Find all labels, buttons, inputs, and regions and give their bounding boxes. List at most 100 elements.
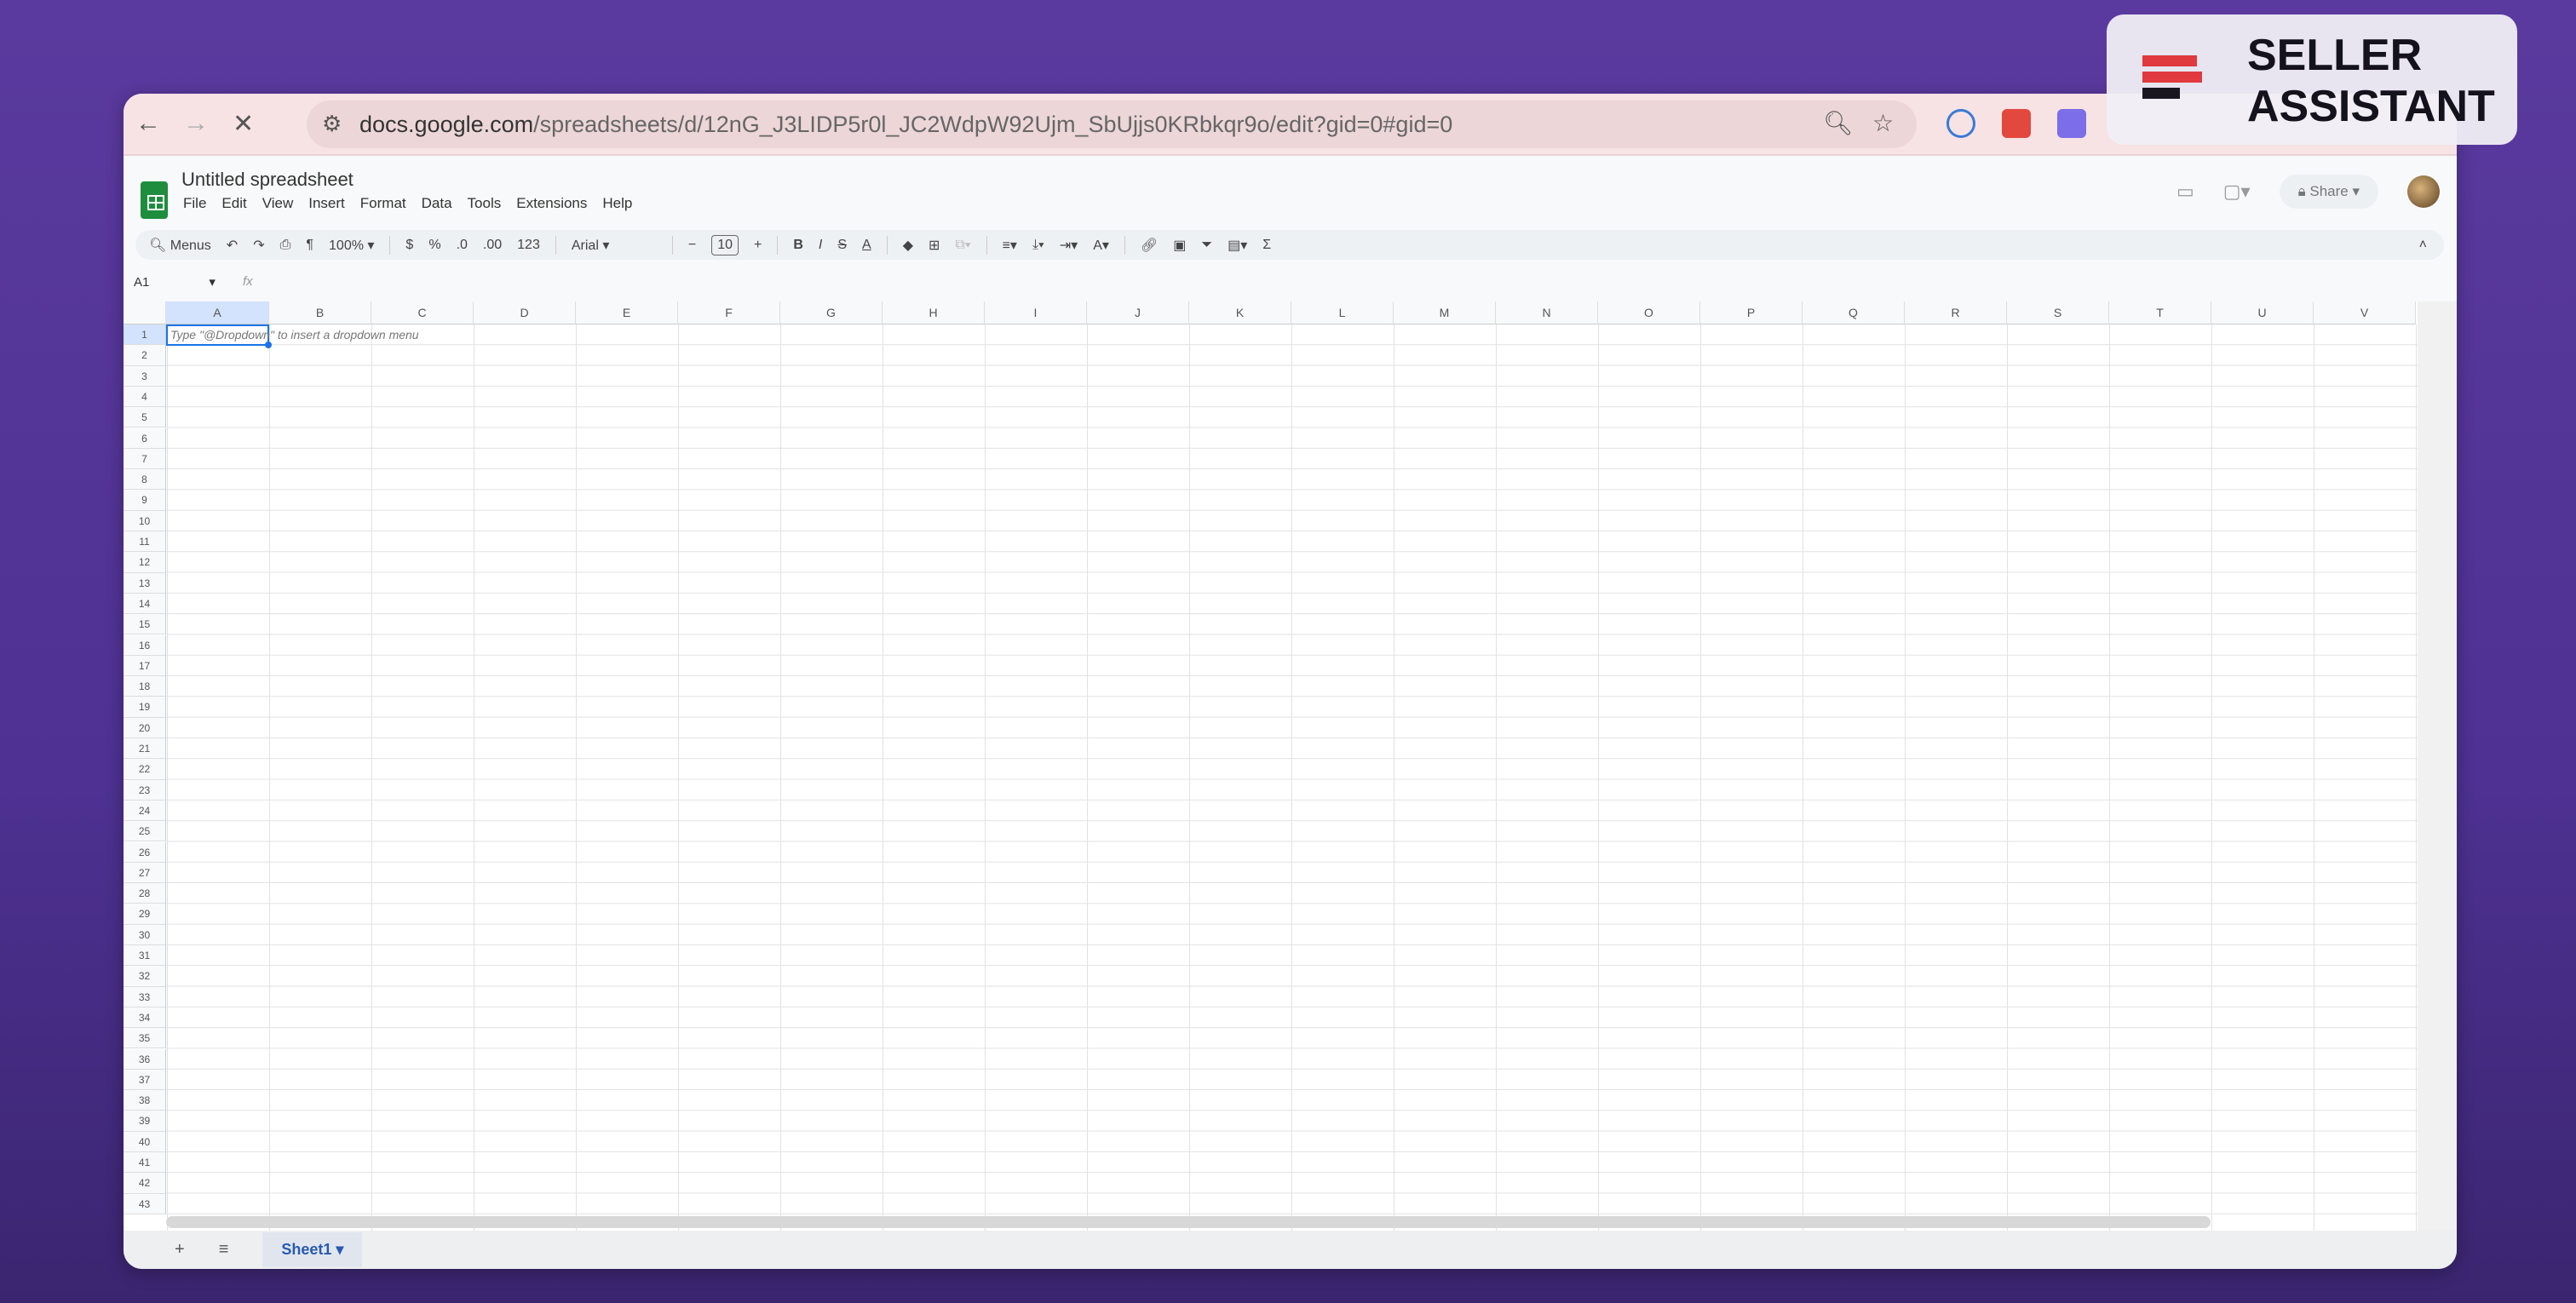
column-header-o[interactable]: O	[1598, 301, 1700, 324]
font-size-input[interactable]: 10	[711, 235, 739, 255]
row-header[interactable]: 31	[124, 945, 166, 966]
document-title[interactable]: Untitled spreadsheet	[181, 169, 354, 191]
meet-icon[interactable]: ▢▾	[2223, 181, 2251, 203]
menu-view[interactable]: View	[262, 195, 294, 212]
menu-data[interactable]: Data	[422, 195, 452, 212]
select-all-corner[interactable]	[124, 301, 166, 324]
row-header[interactable]: 42	[124, 1173, 166, 1193]
insert-comment-icon[interactable]: ▣	[1173, 237, 1186, 254]
menu-insert[interactable]: Insert	[308, 195, 345, 212]
column-header-c[interactable]: C	[371, 301, 474, 324]
row-header[interactable]: 37	[124, 1070, 166, 1090]
fill-color-icon[interactable]: ◆	[903, 237, 913, 254]
row-header[interactable]: 22	[124, 759, 166, 779]
row-header[interactable]: 21	[124, 738, 166, 759]
row-header[interactable]: 23	[124, 780, 166, 801]
column-header-t[interactable]: T	[2109, 301, 2211, 324]
increase-font-size-button[interactable]: +	[754, 238, 762, 253]
font-select[interactable]: Arial ▾	[572, 237, 657, 254]
horizontal-align-icon[interactable]: ≡▾	[1003, 237, 1017, 254]
increase-decimal-button[interactable]: .00	[483, 238, 502, 253]
merge-cells-icon[interactable]: ⧉▾	[955, 238, 970, 253]
all-sheets-icon[interactable]: ≡	[219, 1240, 229, 1260]
column-header-g[interactable]: G	[780, 301, 883, 324]
sheet-tab[interactable]: Sheet1 ▾	[262, 1232, 362, 1267]
column-header-j[interactable]: J	[1087, 301, 1189, 324]
row-header[interactable]: 38	[124, 1090, 166, 1111]
row-header[interactable]: 7	[124, 449, 166, 469]
column-header-v[interactable]: V	[2314, 301, 2416, 324]
row-header[interactable]: 25	[124, 821, 166, 841]
row-header[interactable]: 33	[124, 987, 166, 1007]
add-sheet-icon[interactable]: +	[175, 1240, 185, 1260]
row-header[interactable]: 29	[124, 904, 166, 924]
bookmark-star-icon[interactable]: ☆	[1872, 109, 1894, 137]
italic-button[interactable]: I	[819, 238, 822, 253]
functions-button[interactable]: Σ	[1262, 238, 1271, 253]
back-icon[interactable]: ←	[135, 109, 161, 138]
menu-tools[interactable]: Tools	[468, 195, 502, 212]
row-header[interactable]: 32	[124, 966, 166, 986]
column-header-r[interactable]: R	[1905, 301, 2007, 324]
menu-extensions[interactable]: Extensions	[516, 195, 587, 212]
column-header-p[interactable]: P	[1700, 301, 1803, 324]
text-wrap-icon[interactable]: ⇥▾	[1060, 237, 1078, 254]
column-header-e[interactable]: E	[576, 301, 678, 324]
row-header[interactable]: 16	[124, 635, 166, 656]
row-header[interactable]: 12	[124, 552, 166, 572]
column-header-q[interactable]: Q	[1803, 301, 1905, 324]
menu-file[interactable]: File	[183, 195, 206, 212]
vertical-align-icon[interactable]: ⤓▾	[1032, 238, 1044, 253]
site-settings-icon[interactable]: ⚙	[322, 111, 342, 137]
currency-button[interactable]: $	[405, 238, 413, 253]
percent-button[interactable]: %	[428, 238, 440, 253]
row-header[interactable]: 28	[124, 883, 166, 904]
borders-icon[interactable]: ⊞	[929, 237, 940, 254]
row-header[interactable]: 10	[124, 511, 166, 531]
column-header-s[interactable]: S	[2007, 301, 2109, 324]
strikethrough-button[interactable]: S	[837, 238, 847, 253]
text-color-button[interactable]: A	[862, 238, 871, 253]
row-header[interactable]: 43	[124, 1194, 166, 1214]
row-header[interactable]: 26	[124, 842, 166, 863]
zoom-icon[interactable]: 🔍︎	[1823, 109, 1854, 137]
column-header-u[interactable]: U	[2211, 301, 2314, 324]
row-header[interactable]: 13	[124, 573, 166, 594]
row-header[interactable]: 14	[124, 594, 166, 614]
cells-area[interactable]	[166, 324, 2418, 1231]
row-header[interactable]: 24	[124, 801, 166, 821]
avatar[interactable]	[2407, 175, 2440, 208]
row-header[interactable]: 30	[124, 925, 166, 945]
extension-grid-icon[interactable]	[2057, 109, 2086, 138]
row-header[interactable]: 34	[124, 1007, 166, 1028]
row-header[interactable]: 27	[124, 863, 166, 883]
address-bar[interactable]: ⚙ docs.google.com/spreadsheets/d/12nG_J3…	[307, 100, 1917, 148]
row-header[interactable]: 18	[124, 676, 166, 697]
row-header[interactable]: 36	[124, 1049, 166, 1070]
column-header-i[interactable]: I	[985, 301, 1087, 324]
row-header[interactable]: 4	[124, 387, 166, 407]
row-header[interactable]: 3	[124, 366, 166, 387]
row-header[interactable]: 35	[124, 1028, 166, 1048]
column-header-m[interactable]: M	[1394, 301, 1496, 324]
decrease-font-size-button[interactable]: −	[688, 238, 696, 253]
name-box[interactable]: A1▾	[134, 274, 216, 290]
column-header-a[interactable]: A	[166, 301, 269, 324]
row-header[interactable]: 9	[124, 490, 166, 510]
comments-icon[interactable]: ▭	[2176, 181, 2194, 203]
row-header[interactable]: 41	[124, 1152, 166, 1173]
search-menus-button[interactable]: 🔍︎ Menus	[149, 237, 211, 254]
forward-icon[interactable]: →	[183, 109, 209, 138]
column-header-b[interactable]: B	[269, 301, 371, 324]
row-header[interactable]: 15	[124, 614, 166, 634]
column-header-h[interactable]: H	[883, 301, 985, 324]
row-header[interactable]: 40	[124, 1132, 166, 1152]
row-header[interactable]: 20	[124, 718, 166, 738]
extension-red-icon[interactable]	[2002, 109, 2031, 138]
paint-format-icon[interactable]: ¶	[306, 238, 313, 253]
row-header[interactable]: 5	[124, 407, 166, 428]
number-format-button[interactable]: 123	[517, 238, 540, 253]
stop-loading-icon[interactable]: ✕	[233, 109, 254, 139]
extension-sync-icon[interactable]	[1946, 109, 1975, 138]
share-button[interactable]: 🔒︎ Share ▾	[2280, 175, 2378, 209]
